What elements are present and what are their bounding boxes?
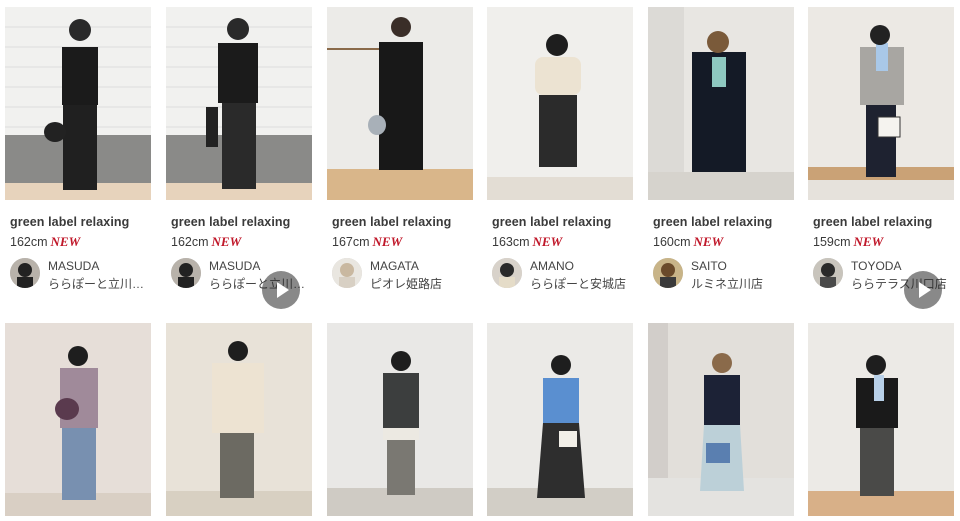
shop-name: ピオレ姫路店 bbox=[370, 277, 443, 291]
staff-name: TOYODA bbox=[851, 259, 902, 273]
outfit-photo[interactable] bbox=[166, 323, 312, 516]
snap-grid: green label relaxing 162cm NEW MASUDA ららぽ… bbox=[0, 0, 960, 521]
outfit-photo[interactable] bbox=[166, 7, 312, 200]
height-value: 163cm bbox=[492, 235, 530, 249]
staff-info[interactable]: MAGATA ピオレ姫路店 bbox=[332, 258, 482, 292]
staff-name: MASUDA bbox=[209, 259, 261, 273]
shop-name: ルミネ立川店 bbox=[691, 277, 764, 291]
outfit-photo[interactable] bbox=[5, 323, 151, 516]
outfit-photo[interactable] bbox=[327, 7, 473, 200]
height-info: 162cm NEW bbox=[10, 234, 80, 250]
height-value: 160cm bbox=[653, 235, 691, 249]
avatar[interactable] bbox=[813, 258, 843, 288]
outfit-photo[interactable] bbox=[808, 323, 954, 516]
brand-name[interactable]: green label relaxing bbox=[813, 215, 932, 229]
shop-name: ららぽーと安城店 bbox=[530, 277, 627, 291]
avatar[interactable] bbox=[171, 258, 201, 288]
new-badge: NEW bbox=[693, 234, 724, 249]
height-value: 159cm bbox=[813, 235, 851, 249]
height-value: 162cm bbox=[10, 235, 48, 249]
new-badge: NEW bbox=[853, 234, 884, 249]
outfit-photo[interactable] bbox=[648, 7, 794, 200]
height-value: 162cm bbox=[171, 235, 209, 249]
staff-name: SAITO bbox=[691, 259, 727, 273]
avatar[interactable] bbox=[332, 258, 362, 288]
brand-name[interactable]: green label relaxing bbox=[10, 215, 129, 229]
new-badge: NEW bbox=[211, 234, 242, 249]
new-badge: NEW bbox=[50, 234, 81, 249]
staff-info[interactable]: AMANO ららぽーと安城店 bbox=[492, 258, 642, 292]
avatar[interactable] bbox=[653, 258, 683, 288]
outfit-photo[interactable] bbox=[327, 323, 473, 516]
avatar[interactable] bbox=[10, 258, 40, 288]
height-info: 159cm NEW bbox=[813, 234, 883, 250]
height-info: 167cm NEW bbox=[332, 234, 402, 250]
outfit-photo[interactable] bbox=[487, 7, 633, 200]
brand-name[interactable]: green label relaxing bbox=[492, 215, 611, 229]
avatar[interactable] bbox=[492, 258, 522, 288]
height-value: 167cm bbox=[332, 235, 370, 249]
new-badge: NEW bbox=[532, 234, 563, 249]
brand-name[interactable]: green label relaxing bbox=[171, 215, 290, 229]
shop-name: ららぽーと立川立飛店 bbox=[48, 277, 152, 291]
height-info: 160cm NEW bbox=[653, 234, 723, 250]
staff-name: MAGATA bbox=[370, 259, 419, 273]
staff-name: AMANO bbox=[530, 259, 575, 273]
height-info: 163cm NEW bbox=[492, 234, 562, 250]
brand-name[interactable]: green label relaxing bbox=[653, 215, 772, 229]
staff-info[interactable]: SAITO ルミネ立川店 bbox=[653, 258, 803, 292]
outfit-photo[interactable] bbox=[808, 7, 954, 200]
staff-name: MASUDA bbox=[48, 259, 100, 273]
play-icon[interactable] bbox=[262, 271, 300, 309]
new-badge: NEW bbox=[372, 234, 403, 249]
height-info: 162cm NEW bbox=[171, 234, 241, 250]
staff-info[interactable]: MASUDA ららぽーと立川立飛店 bbox=[10, 258, 160, 292]
play-icon[interactable] bbox=[904, 271, 942, 309]
outfit-photo[interactable] bbox=[487, 323, 633, 516]
outfit-photo[interactable] bbox=[648, 323, 794, 516]
brand-name[interactable]: green label relaxing bbox=[332, 215, 451, 229]
outfit-photo[interactable] bbox=[5, 7, 151, 200]
